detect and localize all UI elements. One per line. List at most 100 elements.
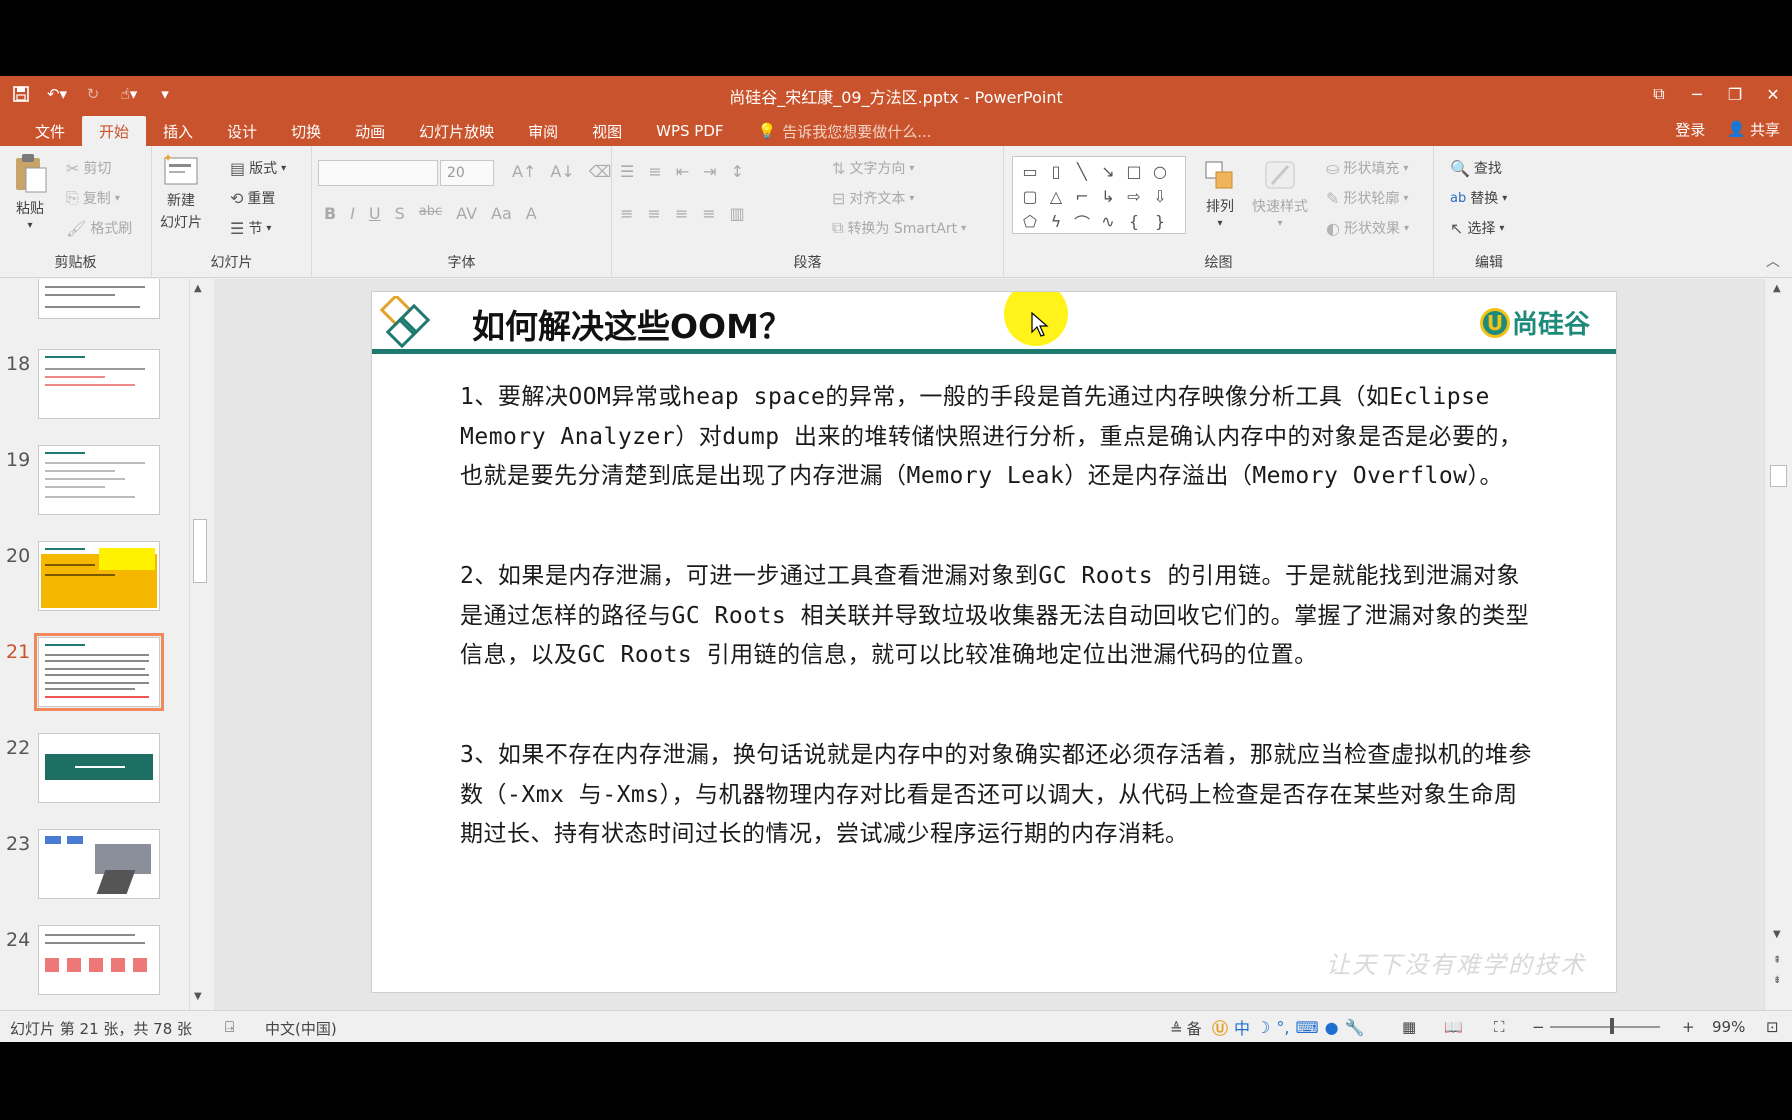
increase-indent-icon[interactable]: ⇥ (703, 162, 716, 181)
scribble-icon[interactable]: ϟ (1043, 209, 1069, 234)
oval-icon[interactable]: ○ (1147, 159, 1173, 184)
paragraph-1[interactable]: 1、要解决OOM异常或heap space的异常，一般的手段是首先通过内存映像分… (460, 378, 1540, 497)
font-name-box[interactable] (318, 160, 438, 186)
zoom-slider[interactable] (1550, 1026, 1660, 1028)
vertical-textbox-icon[interactable]: ▯ (1043, 159, 1069, 184)
new-slide-button[interactable]: ✦ 新建 幻灯片 (160, 152, 202, 232)
cut-button[interactable]: ✂ 剪切 (66, 158, 111, 178)
layout-button[interactable]: ▤ 版式 ▾ (230, 158, 286, 178)
close-icon[interactable]: ✕ (1754, 76, 1792, 112)
thumbnail-scrollbar[interactable]: ▲ ▼ (189, 279, 209, 1010)
arrange-button[interactable]: 排列 ▾ (1202, 158, 1238, 229)
align-left-icon[interactable]: ≡ (620, 204, 633, 223)
collapse-ribbon-icon[interactable]: ︿ (1766, 251, 1780, 271)
login-link[interactable]: 登录 (1675, 119, 1705, 140)
tab-review[interactable]: 审阅 (511, 116, 575, 146)
arc-icon[interactable]: ⌒ (1069, 209, 1095, 234)
fit-to-window-icon[interactable]: ⊡ (1766, 1018, 1779, 1036)
zoom-out-icon[interactable]: − (1532, 1018, 1545, 1036)
minimize-icon[interactable]: ─ (1678, 76, 1716, 112)
tab-insert[interactable]: 插入 (146, 116, 210, 146)
scroll-down-icon[interactable]: ▼ (194, 991, 202, 1002)
bullets-icon[interactable]: ☰ (620, 162, 634, 181)
scrollbar-thumb[interactable] (193, 519, 207, 583)
wrench-icon[interactable]: 🔧 (1345, 1018, 1365, 1037)
zoom-slider-knob[interactable] (1610, 1018, 1614, 1034)
tab-wps-pdf[interactable]: WPS PDF (639, 116, 740, 146)
thumbnail-22[interactable]: 22 (0, 733, 190, 807)
notes-button[interactable]: ≜ 备 (1170, 1018, 1202, 1039)
down-arrow-icon[interactable]: ⇩ (1147, 184, 1173, 209)
normal-view-icon[interactable]: ▦ (1402, 1018, 1416, 1036)
decrease-indent-icon[interactable]: ⇤ (676, 162, 689, 181)
thumbnail-20[interactable]: 20 (0, 541, 190, 615)
elbow-arrow-icon[interactable]: ↳ (1095, 184, 1121, 209)
align-text-button[interactable]: ⊟ 对齐文本 ▾ (832, 188, 914, 208)
section-button[interactable]: ☰ 节 ▾ (230, 218, 271, 238)
paste-button[interactable]: 粘贴 ▾ (10, 152, 50, 231)
user-icon[interactable]: ● (1325, 1018, 1339, 1037)
rounded-rect-icon[interactable]: ▢ (1017, 184, 1043, 209)
format-painter-button[interactable]: 🖌 格式刷 (66, 218, 132, 238)
scroll-up-icon[interactable]: ▲ (194, 283, 202, 294)
replace-button[interactable]: ab 替换 ▾ (1450, 188, 1507, 208)
freeform-icon[interactable]: ⬠ (1017, 209, 1043, 234)
align-center-icon[interactable]: ≡ (647, 204, 660, 223)
rectangle-icon[interactable]: □ (1121, 159, 1147, 184)
line-icon[interactable]: ╲ (1069, 159, 1095, 184)
elbow-connector-icon[interactable]: ⌐ (1069, 184, 1095, 209)
zoom-in-icon[interactable]: + (1682, 1018, 1695, 1036)
shape-fill-button[interactable]: ⛀ 形状填充 ▾ (1326, 158, 1408, 178)
tab-file[interactable]: 文件 (18, 116, 82, 146)
zoom-level[interactable]: 99% (1712, 1018, 1745, 1036)
font-size-box[interactable]: 20 (440, 160, 494, 186)
shape-outline-button[interactable]: ✎ 形状轮廓 ▾ (1326, 188, 1408, 208)
previous-slide-icon[interactable]: ⇞ (1773, 955, 1781, 966)
thumbnail-19[interactable]: 19 (0, 445, 190, 519)
moon-icon[interactable]: ☽ (1256, 1018, 1270, 1037)
line-spacing-icon[interactable]: ↕ (731, 162, 744, 181)
current-slide[interactable]: 如何解决这些OOM？ U 尚硅谷 1、要解决OOM异常或heap space的异… (371, 291, 1617, 993)
shadow-icon[interactable]: S (395, 204, 405, 223)
left-brace-icon[interactable]: { (1121, 209, 1147, 234)
slideshow-view-icon[interactable]: ⛶ (1494, 1018, 1505, 1036)
shapes-gallery[interactable]: ▭ ▯ ╲ ↘ □ ○ ▢ △ ⌐ ↳ ⇨ ⇩ ⬠ ϟ ⌒ ∿ { } (1012, 156, 1186, 234)
slide-scrollbar[interactable]: ▲ ▼ ⇞ ⇟ (1764, 279, 1792, 1010)
language-indicator[interactable]: 中文(中国) (265, 1018, 337, 1039)
textbox-icon[interactable]: ▭ (1017, 159, 1043, 184)
quick-styles-button[interactable]: 快速样式 ▾ (1252, 158, 1308, 229)
arrow-line-icon[interactable]: ↘ (1095, 159, 1121, 184)
reset-button[interactable]: ⟲ 重置 (230, 188, 275, 208)
ime-mode[interactable]: 中 (1234, 1015, 1250, 1039)
ribbon-display-icon[interactable]: ⧉ (1640, 76, 1678, 112)
thumbnail-23[interactable]: 23 (0, 829, 190, 903)
justify-icon[interactable]: ≡ (702, 204, 715, 223)
keyboard-icon[interactable]: ⌨ (1295, 1018, 1318, 1037)
align-right-icon[interactable]: ≡ (675, 204, 688, 223)
curve-icon[interactable]: ∿ (1095, 209, 1121, 234)
tab-design[interactable]: 设计 (210, 116, 274, 146)
tab-view[interactable]: 视图 (575, 116, 639, 146)
change-case-icon[interactable]: Aa (491, 204, 512, 223)
scroll-down-icon[interactable]: ▼ (1773, 929, 1781, 940)
reading-view-icon[interactable]: 📖 (1444, 1018, 1463, 1036)
scrollbar-thumb[interactable] (1770, 465, 1787, 487)
tab-transitions[interactable]: 切换 (274, 116, 338, 146)
shape-effects-button[interactable]: ◐ 形状效果 ▾ (1326, 218, 1409, 238)
grow-font-icon[interactable]: A↑ (512, 162, 536, 181)
clear-format-icon[interactable]: ⌫ (589, 162, 612, 181)
columns-icon[interactable]: ▥ (730, 204, 745, 223)
italic-icon[interactable]: I (350, 204, 355, 223)
tab-animations[interactable]: 动画 (338, 116, 402, 146)
thumbnail-24[interactable]: 24 (0, 925, 190, 999)
ime-logo-icon[interactable]: Ⓤ (1212, 1015, 1228, 1039)
paragraph-2[interactable]: 2、如果是内存泄漏，可进一步通过工具查看泄漏对象到GC Roots 的引用链。于… (460, 557, 1540, 676)
thumbnail-21[interactable]: 21 (0, 633, 190, 711)
text-direction-button[interactable]: ⇅ 文字方向 ▾ (832, 158, 914, 178)
right-arrow-icon[interactable]: ⇨ (1121, 184, 1147, 209)
underline-icon[interactable]: U (369, 204, 381, 223)
tab-home[interactable]: 开始 (82, 116, 147, 146)
find-button[interactable]: 🔍 查找 (1450, 158, 1502, 178)
next-slide-icon[interactable]: ⇟ (1773, 975, 1781, 986)
triangle-icon[interactable]: △ (1043, 184, 1069, 209)
